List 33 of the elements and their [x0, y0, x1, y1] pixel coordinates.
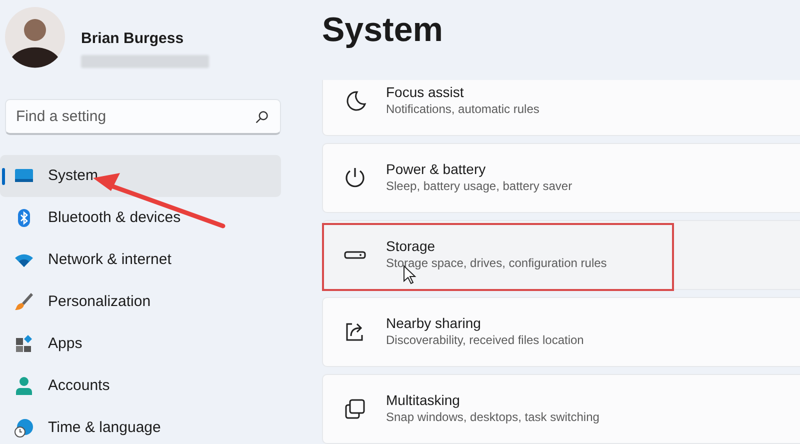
paintbrush-icon [14, 292, 34, 312]
card-title: Multitasking [386, 392, 461, 410]
sidebar-item[interactable]: Personalization [0, 281, 281, 323]
settings-card[interactable]: Power & battery Sleep, battery usage, battery saver [322, 143, 800, 213]
sidebar-item[interactable]: Time & language [0, 407, 281, 444]
search-icon[interactable] [255, 110, 269, 124]
apps-icon [14, 334, 34, 354]
card-description: Sleep, battery usage, battery saver [386, 178, 572, 196]
windows-icon [343, 397, 367, 421]
sidebar-item[interactable]: Accounts [0, 365, 281, 407]
settings-card[interactable]: Storage Storage space, drives, configuration rules [322, 220, 800, 290]
card-title: Power & battery [386, 160, 487, 178]
power-icon [343, 166, 367, 190]
card-title: Focus assist [386, 84, 465, 102]
card-description: Discoverability, received files location [386, 332, 584, 350]
card-description: Storage space, drives, configuration rules [386, 255, 607, 272]
settings-card[interactable]: Nearby sharing Discoverability, received files location [322, 297, 800, 367]
sidebar-item[interactable]: Apps [0, 323, 281, 365]
card-title: Nearby sharing [386, 314, 482, 332]
settings-card[interactable]: Multitasking Snap windows, desktops, task switching [322, 374, 800, 444]
search-field[interactable]: Find a setting [5, 99, 281, 135]
card-title: Storage [386, 238, 436, 256]
avatar [5, 6, 65, 68]
sidebar-item[interactable]: Bluetooth & devices [0, 197, 281, 239]
settings-card[interactable]: Focus assist Notifications, automatic rules [322, 80, 800, 136]
sidebar-item[interactable]: Network & internet [0, 239, 281, 281]
globe-clock-icon [14, 418, 34, 438]
card-description: Notifications, automatic rules [386, 101, 540, 118]
page-title: System [322, 10, 444, 51]
user-name: Brian Burgess [81, 29, 185, 49]
sidebar-item[interactable]: System [0, 155, 281, 197]
person-icon [14, 376, 34, 396]
card-description: Snap windows, desktops, task switching [386, 409, 600, 426]
